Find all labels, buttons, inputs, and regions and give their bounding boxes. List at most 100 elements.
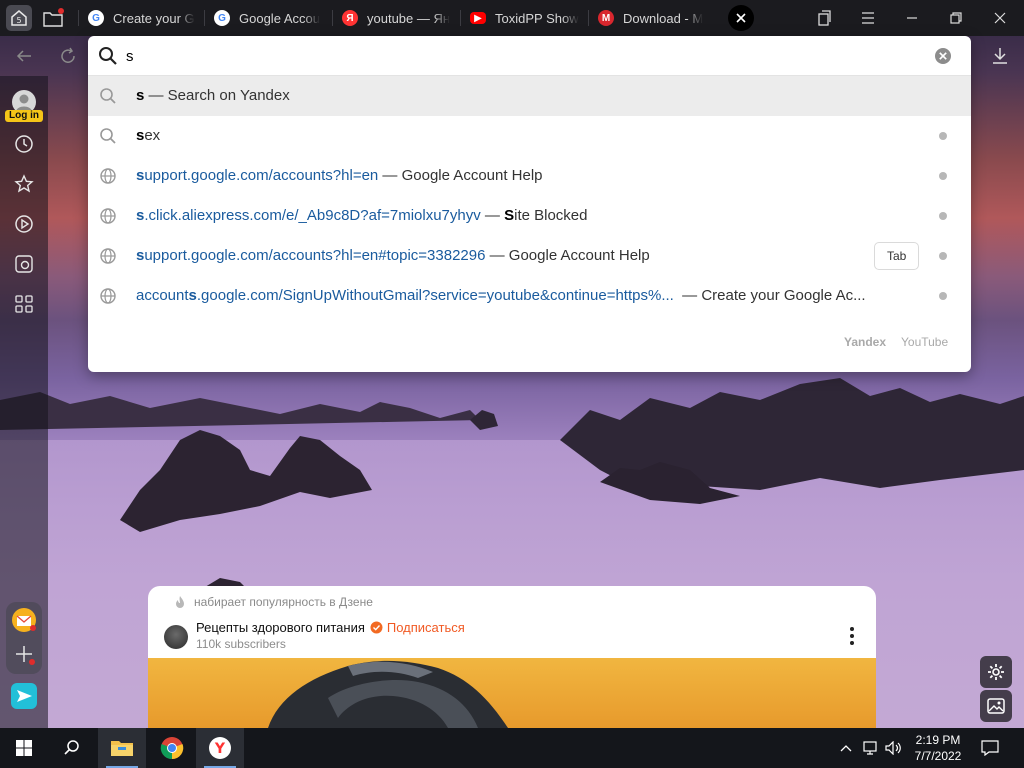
trending-label: набирает популярность в Дзене [174,595,373,609]
close-tab-icon[interactable] [728,5,754,31]
new-tab-group-icon[interactable] [40,5,66,31]
mail-envelope-icon[interactable] [10,606,38,634]
sidebar: Log in [0,76,48,728]
globe-icon [99,207,117,225]
collections-icon[interactable] [802,0,846,36]
history-icon[interactable] [10,130,38,158]
verified-badge-icon [370,621,383,634]
restore-icon[interactable] [934,0,978,36]
add-app-plus-icon[interactable] [10,640,38,668]
tab-create-google-account[interactable]: G Create your G [88,4,198,32]
zen-feed-card[interactable]: набирает популярность в Дзене Рецепты зд… [148,586,876,728]
suggestion-text: s.click.aliexpress.com/e/_Ab9c8D?af=7mio… [136,207,588,224]
reload-icon[interactable] [54,42,82,70]
remove-suggestion-dot[interactable] [939,292,947,300]
suggestion-url[interactable]: support.google.com/accounts?hl=en — Goog… [88,156,971,196]
search-engine-yandex[interactable]: Yandex [844,335,886,349]
messenger-icon[interactable] [10,682,38,710]
suggestion-text: accounts.google.com/SignUpWithoutGmail?s… [136,287,866,304]
tab-label: Create your G [113,10,195,26]
tab-separator [78,10,79,26]
address-input[interactable] [126,44,926,68]
tab-toxidpp-show[interactable]: ▶ ToxidPP Show [470,4,582,32]
login-badge[interactable]: Log in [5,110,43,122]
search-icon [98,46,118,71]
suggestion-url[interactable]: accounts.google.com/SignUpWithoutGmail?s… [88,276,971,316]
taskbar-clock[interactable]: 2:19 PM 7/7/2022 [908,732,968,764]
suggestion-query[interactable]: sex [88,116,971,156]
search-engine-youtube[interactable]: YouTube [901,335,948,349]
tab-youtube-yandex[interactable]: Я youtube — Ян [342,4,454,32]
globe-icon [99,247,117,265]
taskbar: Y 2:19 PM 7/7/2022 [0,728,1024,768]
address-bar-dropdown: s — Search on Yandex sex support.google.… [88,36,971,372]
mega-icon: M [598,10,614,26]
suggestion-url[interactable]: s.click.aliexpress.com/e/_Ab9c8D?af=7mio… [88,196,971,236]
suggestion-text: support.google.com/accounts?hl=en — Goog… [136,167,543,184]
tab-label: Google Accou [239,10,320,26]
trending-text: набирает популярность в Дзене [194,595,373,609]
windows-start-icon[interactable] [0,728,48,768]
suggestion-url[interactable]: support.google.com/accounts?hl=en#topic=… [88,236,971,276]
volume-icon[interactable] [882,728,906,768]
apps-grid-icon[interactable] [10,290,38,318]
more-options-icon[interactable] [840,624,864,648]
search-icon [99,127,117,145]
yandex-icon: Я [342,10,358,26]
search-icon [99,87,117,105]
clear-input-icon[interactable] [934,47,952,70]
channel-header: Рецепты здорового питания Подписаться [196,620,465,635]
remove-suggestion-dot[interactable] [939,132,947,140]
youtube-icon: ▶ [470,12,486,24]
remove-suggestion-dot[interactable] [939,172,947,180]
svg-text:5: 5 [16,16,21,25]
screenshot-camera-icon[interactable] [10,250,38,278]
tab-separator [588,10,589,26]
minimize-icon[interactable] [890,0,934,36]
tab-download-mega[interactable]: M Download - M [598,4,708,32]
channel-name[interactable]: Рецепты здорового питания [196,620,365,635]
tab-label: youtube — Ян [367,10,451,26]
suggestion-text: support.google.com/accounts?hl=en#topic=… [136,247,650,264]
subscribe-link[interactable]: Подписаться [387,620,465,635]
tab-strip: 5 G Create your G G Google Accou Я youtu… [0,0,1024,36]
remove-suggestion-dot[interactable] [939,252,947,260]
bookmarks-star-icon[interactable] [10,170,38,198]
clock-time: 2:19 PM [915,733,961,747]
globe-icon [99,287,117,305]
tab-label: Download - M [623,10,704,26]
back-icon[interactable] [10,42,38,70]
clock-date: 7/7/2022 [914,749,962,763]
suggestion-search-yandex[interactable]: s — Search on Yandex [88,76,971,116]
wallpaper-image-icon[interactable] [980,690,1012,722]
subscriber-count: 110k subscribers [196,637,286,651]
tab-separator [204,10,205,26]
notifications-icon[interactable] [968,728,1012,768]
window-close-icon[interactable] [978,0,1022,36]
taskbar-search-icon[interactable] [48,728,96,768]
card-image[interactable] [148,658,876,728]
address-bar [88,36,971,76]
settings-gear-icon[interactable] [980,656,1012,688]
svg-text:Y: Y [214,741,226,757]
globe-icon [99,167,117,185]
file-explorer-icon[interactable] [98,728,146,768]
remove-suggestion-dot[interactable] [939,212,947,220]
home-tab-icon[interactable]: 5 [6,5,32,31]
chrome-icon[interactable] [148,728,196,768]
tab-separator [332,10,333,26]
tab-separator [460,10,461,26]
video-play-icon[interactable] [10,210,38,238]
network-icon[interactable] [860,728,884,768]
tab-google-account[interactable]: G Google Accou [214,4,326,32]
tab-key-hint[interactable]: Tab [874,242,920,270]
yandex-browser-icon[interactable]: Y [196,728,244,768]
menu-icon[interactable] [846,0,890,36]
flame-icon [176,596,184,608]
suggestion-text: s — Search on Yandex [136,87,290,104]
show-hidden-icons-chevron-icon[interactable] [834,728,858,768]
downloads-icon[interactable] [986,42,1014,70]
google-icon: G [88,10,104,26]
channel-avatar[interactable] [164,625,188,649]
suggestion-text: sex [136,127,161,144]
